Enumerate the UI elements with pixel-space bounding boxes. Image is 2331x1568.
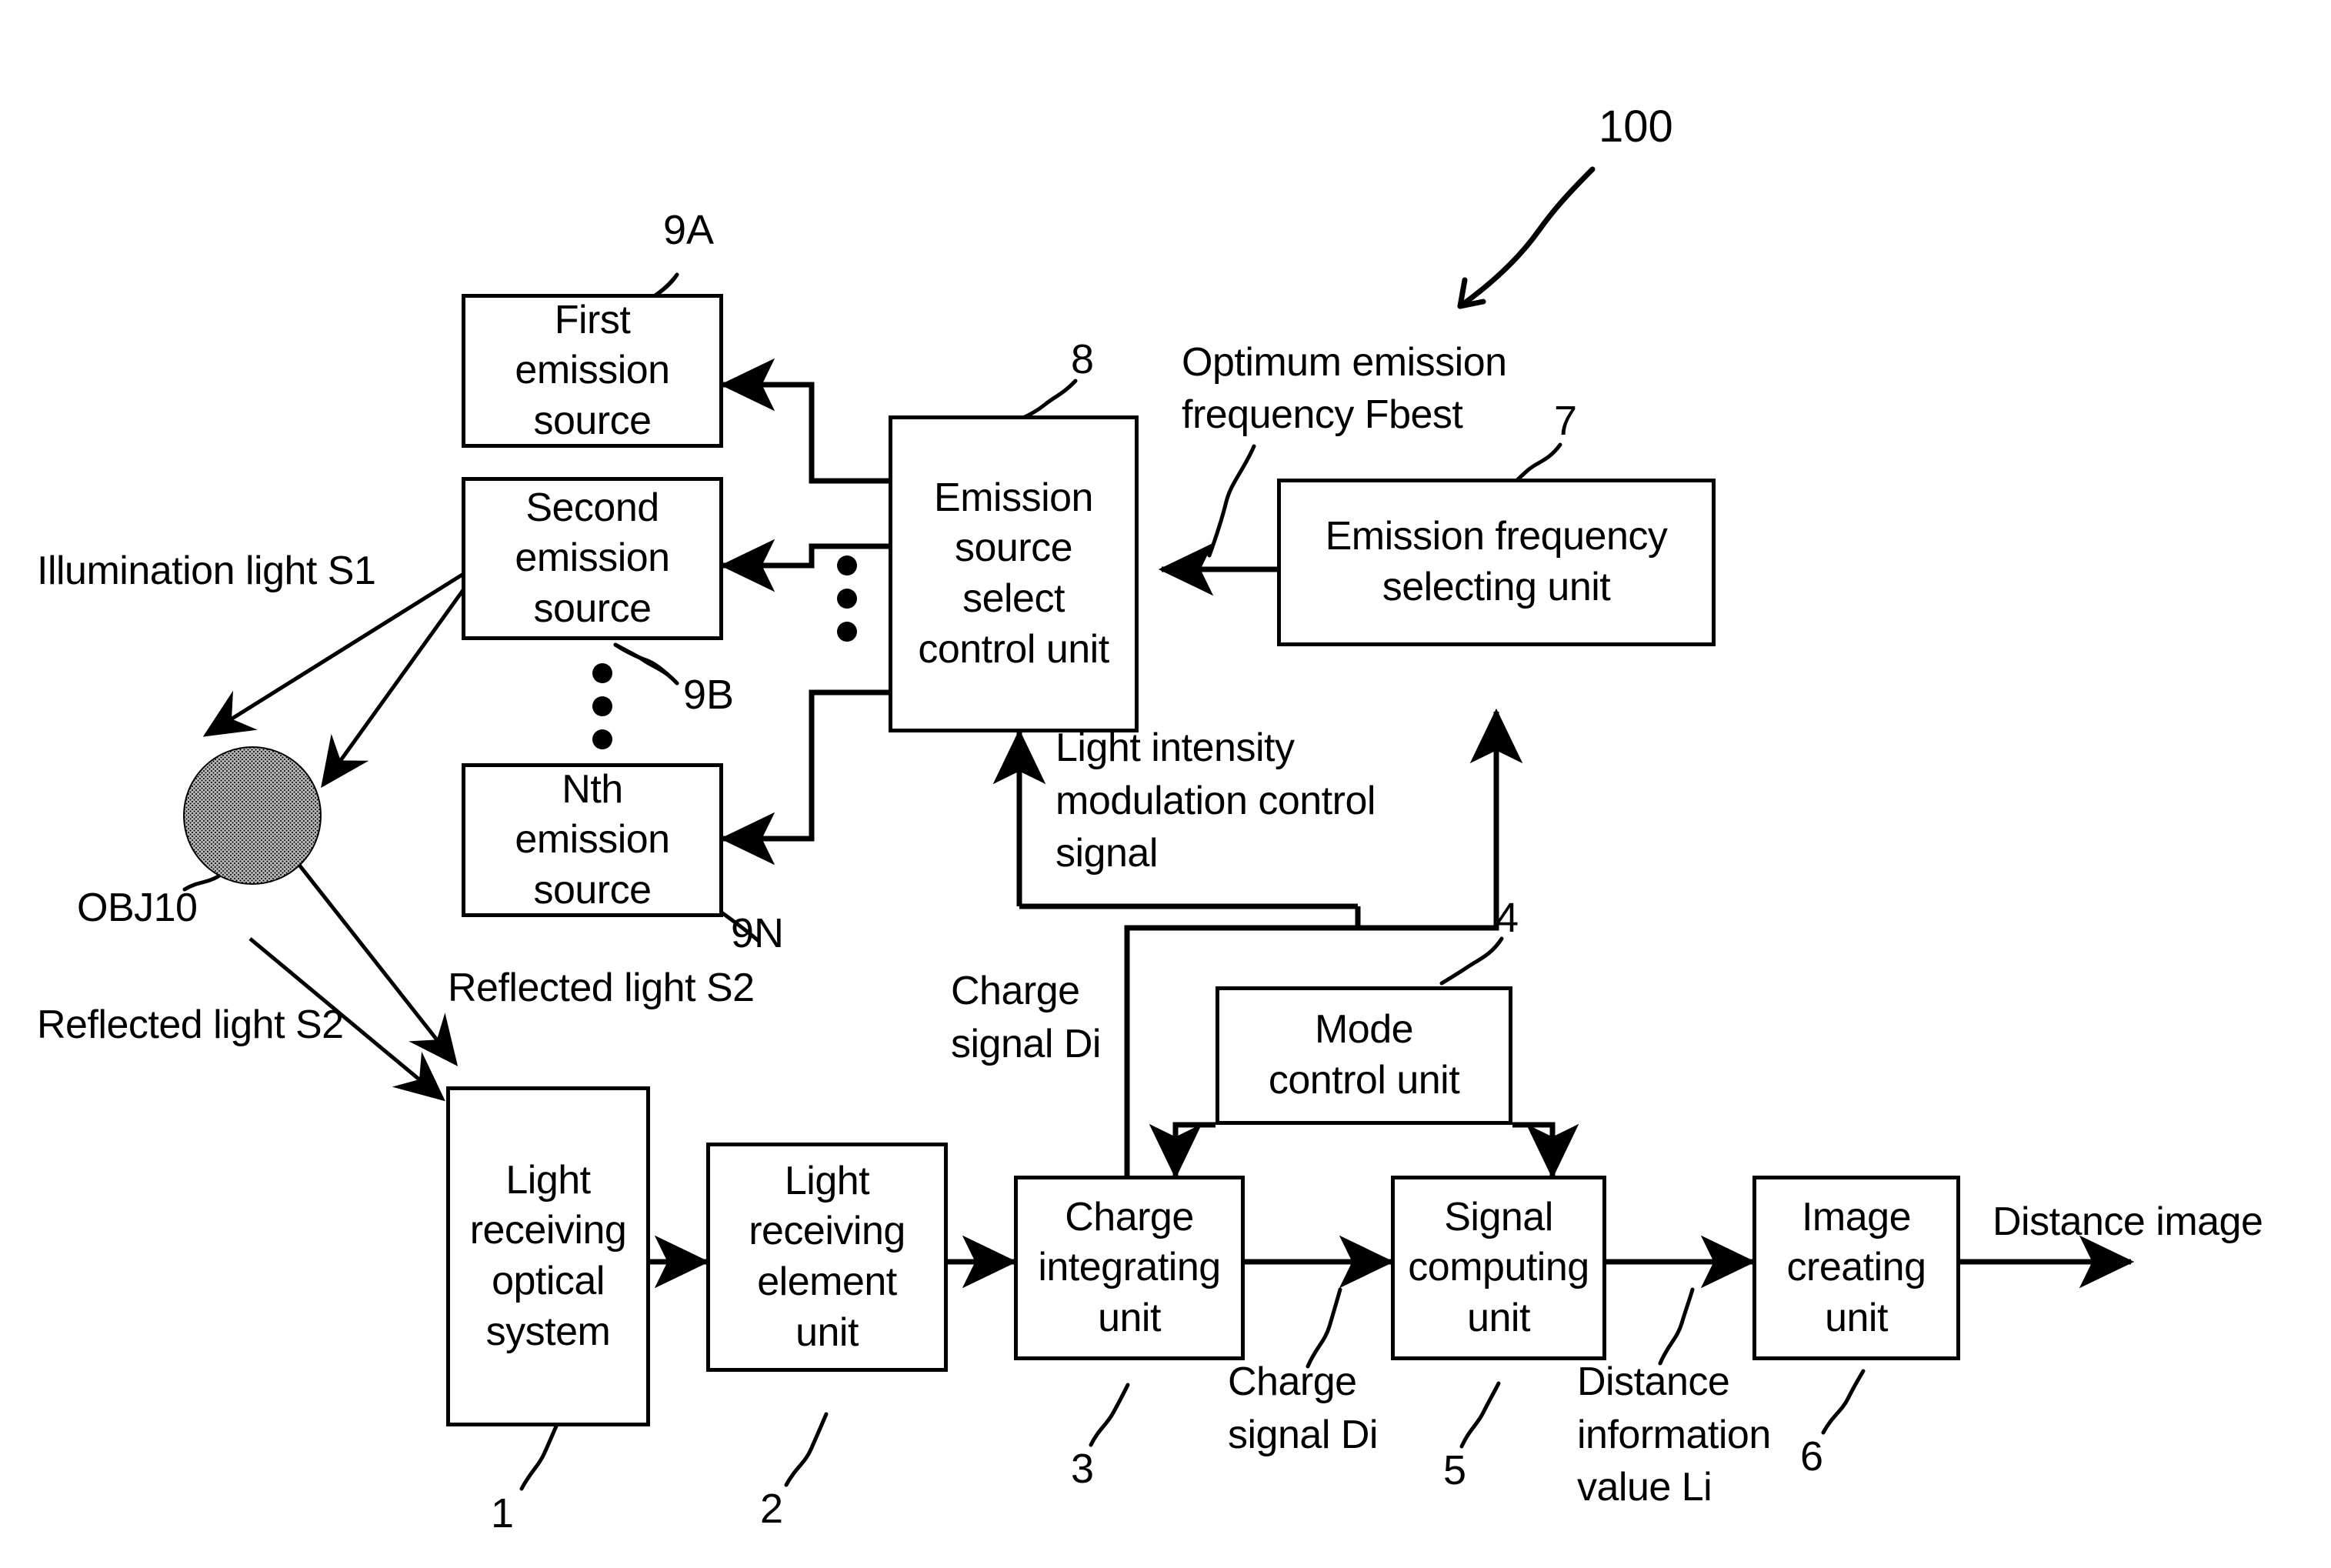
ref-num-9b: 9B	[683, 672, 735, 718]
ref-num-6: 6	[1800, 1433, 1824, 1480]
label-charge-signal-di-lower: Charge signal Di	[1228, 1359, 1378, 1457]
ellipsis-dot	[592, 696, 612, 716]
box-second-emission-source[interactable]: Second emission source	[462, 477, 723, 640]
label-obj10: OBJ10	[77, 886, 198, 930]
label-distance-information-value-li: Distance information value Li	[1577, 1359, 1771, 1510]
box-nth-emission-source-label: Nth emission source	[515, 766, 670, 912]
box-emission-source-select-control-unit-label: Emission source select control unit	[918, 475, 1109, 672]
box-light-receiving-optical-system-label: Light receiving optical system	[469, 1157, 627, 1354]
box-first-emission-source[interactable]: First emission source	[462, 294, 723, 448]
box-first-emission-source-label: First emission source	[515, 297, 670, 443]
label-charge-signal-di-upper: Charge signal Di	[951, 969, 1101, 1066]
ref-num-7: 7	[1554, 398, 1578, 444]
ellipsis-dot	[837, 622, 857, 642]
label-reflected-light-s2-right: Reflected light S2	[448, 966, 755, 1010]
box-emission-frequency-selecting-unit-label: Emission frequency selecting unit	[1325, 514, 1668, 609]
label-light-intensity-modulation-control-signal: Light intensity modulation control signa…	[1055, 726, 1376, 876]
ref-num-4: 4	[1496, 895, 1519, 941]
box-light-receiving-optical-system[interactable]: Light receiving optical system	[446, 1086, 650, 1426]
box-mode-control-unit[interactable]: Mode control unit	[1216, 986, 1512, 1125]
box-light-receiving-element-unit[interactable]: Light receiving element unit	[706, 1143, 948, 1372]
box-charge-integrating-unit-label: Charge integrating unit	[1038, 1194, 1221, 1340]
box-light-receiving-element-unit-label: Light receiving element unit	[749, 1158, 905, 1355]
ref-num-9a: 9A	[663, 207, 715, 253]
ellipsis-dot	[837, 555, 857, 575]
label-illumination-light-s1: Illumination light S1	[37, 549, 376, 593]
ref-num-1: 1	[491, 1490, 515, 1536]
box-nth-emission-source[interactable]: Nth emission source	[462, 763, 723, 917]
figure-canvas: First emission source Second emission so…	[0, 0, 2331, 1568]
label-distance-image: Distance image	[1993, 1199, 2263, 1244]
ref-num-9n: 9N	[731, 910, 785, 956]
box-mode-control-unit-label: Mode control unit	[1268, 1007, 1460, 1103]
ref-num-3: 3	[1071, 1446, 1095, 1492]
ref-num-5: 5	[1443, 1447, 1467, 1493]
ref-num-100: 100	[1599, 102, 1673, 152]
ref-num-8: 8	[1071, 336, 1095, 382]
box-emission-source-select-control-unit[interactable]: Emission source select control unit	[889, 415, 1139, 732]
box-second-emission-source-label: Second emission source	[515, 485, 670, 631]
box-image-creating-unit-label: Image creating unit	[1786, 1194, 1927, 1340]
vertical-ellipsis-wire-bus	[837, 555, 857, 642]
ref-num-2: 2	[760, 1486, 784, 1532]
box-emission-frequency-selecting-unit[interactable]: Emission frequency selecting unit	[1277, 479, 1716, 646]
box-charge-integrating-unit[interactable]: Charge integrating unit	[1014, 1176, 1245, 1360]
ellipsis-dot	[592, 729, 612, 749]
box-signal-computing-unit[interactable]: Signal computing unit	[1391, 1176, 1606, 1360]
label-reflected-light-s2-left: Reflected light S2	[37, 1003, 344, 1047]
ellipsis-dot	[837, 589, 857, 609]
box-signal-computing-unit-label: Signal computing unit	[1408, 1194, 1589, 1340]
object-obj10	[183, 746, 322, 885]
label-optimum-emission-frequency-fbest: Optimum emission frequency Fbest	[1182, 340, 1507, 437]
vertical-ellipsis-emission-sources	[592, 663, 612, 749]
ellipsis-dot	[592, 663, 612, 683]
box-image-creating-unit[interactable]: Image creating unit	[1752, 1176, 1960, 1360]
